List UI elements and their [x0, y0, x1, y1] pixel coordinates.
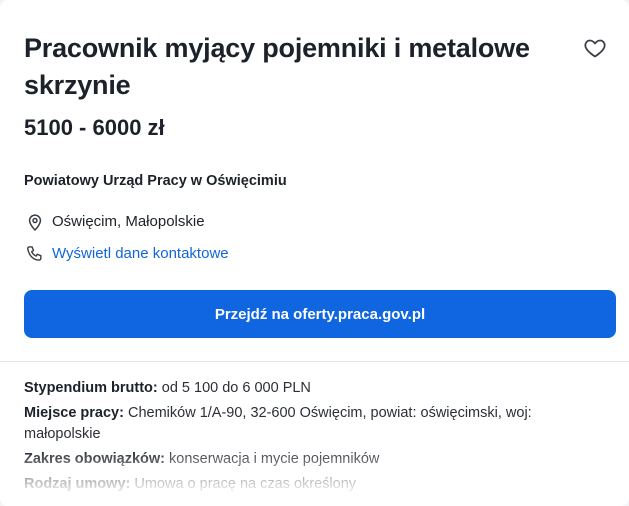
detail-row: Rodzaj umowy: Umowa o pracę na czas okre… — [24, 474, 604, 495]
detail-label: Rodzaj umowy: — [24, 476, 135, 492]
detail-value: konserwacja i mycie pojemników — [169, 451, 380, 467]
show-contact-link[interactable]: Wyświetl dane kontaktowe — [24, 243, 229, 265]
show-contact-label: Wyświetl dane kontaktowe — [52, 245, 229, 262]
location-text: Oświęcim, Małopolskie — [52, 213, 205, 230]
favorite-button[interactable] — [581, 36, 609, 64]
employer-name: Powiatowy Urząd Pracy w Oświęcimiu — [24, 173, 287, 189]
salary-range: 5100 - 6000 zł — [24, 115, 165, 140]
detail-label: Zakres obowiązków: — [24, 451, 170, 467]
section-divider — [0, 361, 629, 362]
heart-icon — [583, 36, 607, 65]
job-offer-card: Pracownik myjący pojemniki i metalowe sk… — [0, 0, 629, 506]
offer-title: Pracownik myjący pojemniki i metalowe sk… — [24, 33, 530, 100]
detail-value: Umowa o pracę na czas określony — [134, 476, 357, 492]
location-row: Oświęcim, Małopolskie — [24, 211, 205, 233]
phone-icon — [24, 243, 46, 265]
detail-value: od 5 100 do 6 000 PLN — [161, 380, 311, 396]
detail-row: Miejsce pracy: Chemików 1/A-90, 32-600 O… — [24, 403, 604, 445]
offer-details: Stypendium brutto: od 5 100 do 6 000 PLN… — [24, 378, 604, 499]
detail-label: Stypendium brutto: — [24, 380, 162, 396]
detail-row: Zakres obowiązków: konserwacja i mycie p… — [24, 449, 604, 470]
detail-label: Miejsce pracy: — [24, 405, 128, 421]
go-to-offer-button[interactable]: Przejdź na oferty.praca.gov.pl — [24, 290, 616, 338]
map-pin-icon — [24, 211, 46, 233]
detail-row: Stypendium brutto: od 5 100 do 6 000 PLN — [24, 378, 604, 399]
